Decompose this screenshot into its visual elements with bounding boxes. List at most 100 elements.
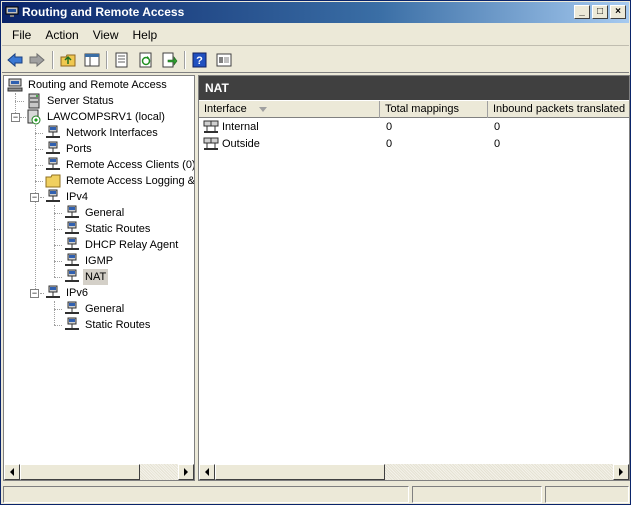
network-protocol-icon <box>46 285 60 298</box>
window-title: Routing and Remote Access <box>22 5 185 19</box>
cell-interface: Internal <box>222 121 259 133</box>
network-node-icon <box>65 253 79 266</box>
arrow-left-icon <box>205 468 209 476</box>
details-pane: NAT Interface Total mappings Inbound pac… <box>198 75 630 481</box>
tree-label: IGMP <box>85 255 114 267</box>
arrow-right-icon <box>619 468 623 476</box>
tree-label: Server Status <box>47 95 114 107</box>
up-one-level-button[interactable] <box>57 50 79 70</box>
tree-label: General <box>85 303 125 315</box>
menu-view[interactable]: View <box>86 24 126 45</box>
menu-action[interactable]: Action <box>38 24 85 45</box>
back-button[interactable] <box>4 50 26 70</box>
scroll-left-button[interactable] <box>199 464 215 480</box>
title-bar[interactable]: Routing and Remote Access _ □ × <box>2 2 629 23</box>
list-column-headers: Interface Total mappings Inbound packets… <box>199 101 629 118</box>
column-header-inbound-packets[interactable]: Inbound packets translated <box>488 101 629 118</box>
collapse-ipv4-toggle[interactable]: − <box>30 193 39 202</box>
remote-clients-icon <box>46 157 60 170</box>
forward-icon <box>29 52 45 68</box>
export-list-icon <box>162 52 178 68</box>
routing-server-icon <box>7 78 23 92</box>
properties-icon <box>115 52 128 68</box>
tree-label: Remote Access Logging & Policies <box>66 175 195 187</box>
network-node-icon <box>65 269 79 282</box>
status-cell-tertiary <box>545 486 629 503</box>
scroll-thumb[interactable] <box>215 464 385 480</box>
network-node-icon <box>65 205 79 218</box>
refresh-button[interactable] <box>135 50 157 70</box>
tree-label: Ports <box>66 143 92 155</box>
status-cell-main <box>3 486 409 503</box>
scroll-right-button[interactable] <box>613 464 629 480</box>
refresh-icon <box>139 52 152 68</box>
network-node-icon <box>65 237 79 250</box>
tree-label: Routing and Remote Access <box>28 79 167 91</box>
list-horizontal-scrollbar[interactable] <box>199 464 629 480</box>
tree-label: IPv6 <box>66 287 89 299</box>
maximize-button[interactable]: □ <box>592 5 608 19</box>
scroll-left-button[interactable] <box>4 464 20 480</box>
svg-text:?: ? <box>196 55 203 67</box>
tree-pane[interactable]: Routing and Remote Access Server Status … <box>3 75 195 481</box>
cell-inbound-packets: 0 <box>494 138 501 150</box>
status-bar <box>2 484 629 504</box>
network-node-icon <box>65 317 79 330</box>
menu-bar: File Action View Help <box>2 24 629 46</box>
network-interface-icon <box>203 137 219 150</box>
collapse-ipv6-toggle[interactable]: − <box>30 289 39 298</box>
show-hide-tree-icon <box>84 53 100 67</box>
toolbar: ? <box>2 47 629 73</box>
folder-icon <box>45 174 61 188</box>
minimize-button[interactable]: _ <box>574 5 590 19</box>
cell-total-mappings: 0 <box>386 138 393 150</box>
list-item[interactable]: Internal 0 0 <box>199 119 629 136</box>
sort-arrow-icon <box>259 107 267 112</box>
help-button[interactable]: ? <box>189 50 211 70</box>
tree-label: General <box>85 207 125 219</box>
console-view-icon <box>216 53 232 67</box>
menu-file[interactable]: File <box>5 24 38 45</box>
console-view-button[interactable] <box>213 50 235 70</box>
back-icon <box>7 52 23 68</box>
tree-label: IPv4 <box>66 191 89 203</box>
list-item[interactable]: Outside 0 0 <box>199 136 629 153</box>
pane-title: NAT <box>199 76 629 100</box>
network-interfaces-icon <box>46 125 60 138</box>
network-node-icon <box>65 221 79 234</box>
network-protocol-icon <box>46 189 60 202</box>
close-button[interactable]: × <box>610 5 626 19</box>
scroll-right-button[interactable] <box>178 464 194 480</box>
network-interface-icon <box>203 120 219 133</box>
tree-label: DHCP Relay Agent <box>85 239 179 251</box>
tree-label: Remote Access Clients (0) <box>66 159 195 171</box>
tree-label: LAWCOMPSRV1 (local) <box>47 111 165 123</box>
menu-help[interactable]: Help <box>126 24 165 45</box>
help-icon: ? <box>192 52 207 68</box>
tree-label: Static Routes <box>85 319 151 331</box>
cell-inbound-packets: 0 <box>494 121 501 133</box>
cell-total-mappings: 0 <box>386 121 393 133</box>
collapse-server-toggle[interactable]: − <box>11 113 20 122</box>
column-header-interface[interactable]: Interface <box>199 101 380 118</box>
column-label: Total mappings <box>385 103 459 115</box>
arrow-left-icon <box>10 468 14 476</box>
tree-label-selected: NAT <box>83 269 109 285</box>
properties-button[interactable] <box>111 50 133 70</box>
tree-label: Network Interfaces <box>66 127 158 139</box>
routing-app-icon <box>5 6 19 17</box>
tree-horizontal-scrollbar[interactable] <box>4 464 194 480</box>
arrow-right-icon <box>184 468 188 476</box>
ports-icon <box>46 141 60 154</box>
column-label: Inbound packets translated <box>493 103 626 115</box>
export-list-button[interactable] <box>159 50 181 70</box>
main-window: Routing and Remote Access _ □ × File Act… <box>0 0 631 505</box>
tree-label: Static Routes <box>85 223 151 235</box>
column-label: Interface <box>204 103 247 115</box>
forward-button[interactable] <box>26 50 48 70</box>
show-hide-tree-button[interactable] <box>81 50 103 70</box>
column-header-total-mappings[interactable]: Total mappings <box>380 101 488 118</box>
status-cell-secondary <box>412 486 542 503</box>
scroll-thumb[interactable] <box>20 464 140 480</box>
server-status-icon <box>28 93 40 109</box>
